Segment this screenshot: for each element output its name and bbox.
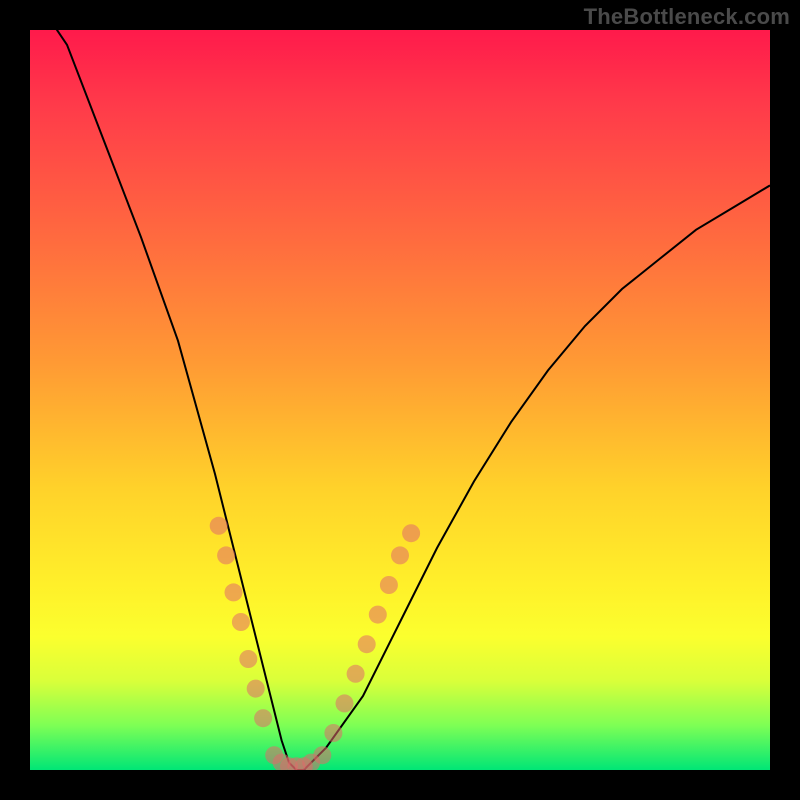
- scatter-point: [217, 546, 235, 564]
- scatter-point: [225, 583, 243, 601]
- scatter-point: [265, 746, 283, 764]
- scatter-point: [380, 576, 398, 594]
- scatter-point: [336, 694, 354, 712]
- watermark-label: TheBottleneck.com: [584, 4, 790, 30]
- chart-frame: TheBottleneck.com: [0, 0, 800, 800]
- scatter-point: [273, 754, 291, 770]
- scatter-point: [280, 757, 298, 770]
- scatter-point: [295, 757, 313, 770]
- scatter-point: [402, 524, 420, 542]
- chart-svg: [30, 30, 770, 770]
- scatter-point: [347, 665, 365, 683]
- scatter-point: [313, 746, 331, 764]
- scatter-point: [287, 757, 305, 770]
- bottleneck-curve: [30, 30, 770, 770]
- scatter-point: [324, 724, 342, 742]
- plot-area: [30, 30, 770, 770]
- scatter-group: [210, 517, 420, 770]
- scatter-point: [254, 709, 272, 727]
- scatter-point: [358, 635, 376, 653]
- scatter-point: [210, 517, 228, 535]
- scatter-point: [232, 613, 250, 631]
- scatter-point: [247, 680, 265, 698]
- scatter-point: [302, 754, 320, 770]
- scatter-point: [391, 546, 409, 564]
- scatter-point: [369, 606, 387, 624]
- scatter-point: [239, 650, 257, 668]
